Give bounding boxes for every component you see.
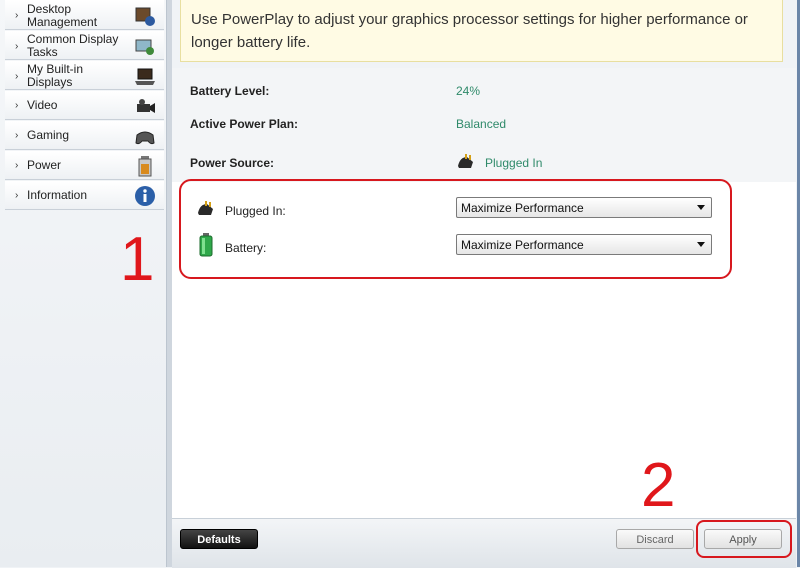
battery-icon bbox=[138, 156, 152, 177]
display-tasks-icon bbox=[135, 39, 154, 55]
powerplay-panel: Battery Level: 24% Active Power Plan: Ba… bbox=[172, 68, 796, 518]
power-plug-icon bbox=[458, 154, 473, 168]
video-camera-icon bbox=[137, 99, 155, 113]
power-plan-value: Balanced bbox=[456, 117, 507, 131]
power-plan-label: Active Power Plan: bbox=[190, 117, 299, 131]
chevron-right-icon: › bbox=[15, 160, 19, 171]
sidebar-item-label: My Built-in Displays bbox=[27, 62, 84, 89]
sidebar-item-gaming[interactable]: › Gaming bbox=[5, 121, 164, 150]
sidebar-item-video[interactable]: › Video bbox=[5, 91, 164, 120]
sidebar-item-my-built-in-displays[interactable]: › My Built-in Displays bbox=[5, 61, 164, 90]
battery-level-value: 24% bbox=[456, 84, 481, 98]
sidebar-item-label: Gaming bbox=[27, 128, 70, 142]
chevron-right-icon: › bbox=[15, 71, 19, 82]
battery-level-label: Battery Level: bbox=[190, 84, 270, 98]
desktop-management-icon bbox=[135, 7, 155, 26]
chevron-right-icon: › bbox=[15, 41, 19, 52]
sidebar-item-label: Information bbox=[27, 188, 88, 202]
sidebar-item-power[interactable]: › Power bbox=[5, 151, 164, 180]
gamepad-icon bbox=[135, 131, 155, 145]
defaults-button[interactable]: Defaults bbox=[180, 529, 258, 549]
power-source-value: Plugged In bbox=[485, 156, 543, 170]
sidebar-item-label: Common Display Tasks bbox=[27, 32, 119, 59]
info-icon bbox=[135, 186, 155, 206]
power-source-label: Power Source: bbox=[190, 156, 275, 170]
discard-button[interactable]: Discard bbox=[616, 529, 694, 549]
sidebar-item-label: Video bbox=[27, 98, 58, 112]
sidebar-item-label: Desktop Management bbox=[27, 2, 98, 29]
laptop-icon bbox=[135, 68, 155, 85]
sidebar-item-information[interactable]: › Information bbox=[5, 181, 164, 210]
annotation-marker-1: 1 bbox=[120, 225, 155, 294]
banner-text: Use PowerPlay to adjust your graphics pr… bbox=[191, 11, 748, 51]
chevron-right-icon: › bbox=[15, 190, 19, 201]
sidebar-item-common-display-tasks[interactable]: › Common Display Tasks bbox=[5, 31, 164, 60]
sidebar-item-label: Power bbox=[27, 158, 62, 172]
chevron-right-icon: › bbox=[15, 130, 19, 141]
info-banner: Use PowerPlay to adjust your graphics pr… bbox=[180, 0, 783, 62]
annotation-box-1 bbox=[179, 179, 732, 279]
chevron-right-icon: › bbox=[15, 100, 19, 111]
annotation-box-2 bbox=[696, 520, 792, 558]
sidebar-item-desktop-management[interactable]: › Desktop Management bbox=[5, 0, 164, 30]
chevron-right-icon: › bbox=[15, 10, 19, 21]
annotation-marker-2: 2 bbox=[641, 451, 676, 520]
